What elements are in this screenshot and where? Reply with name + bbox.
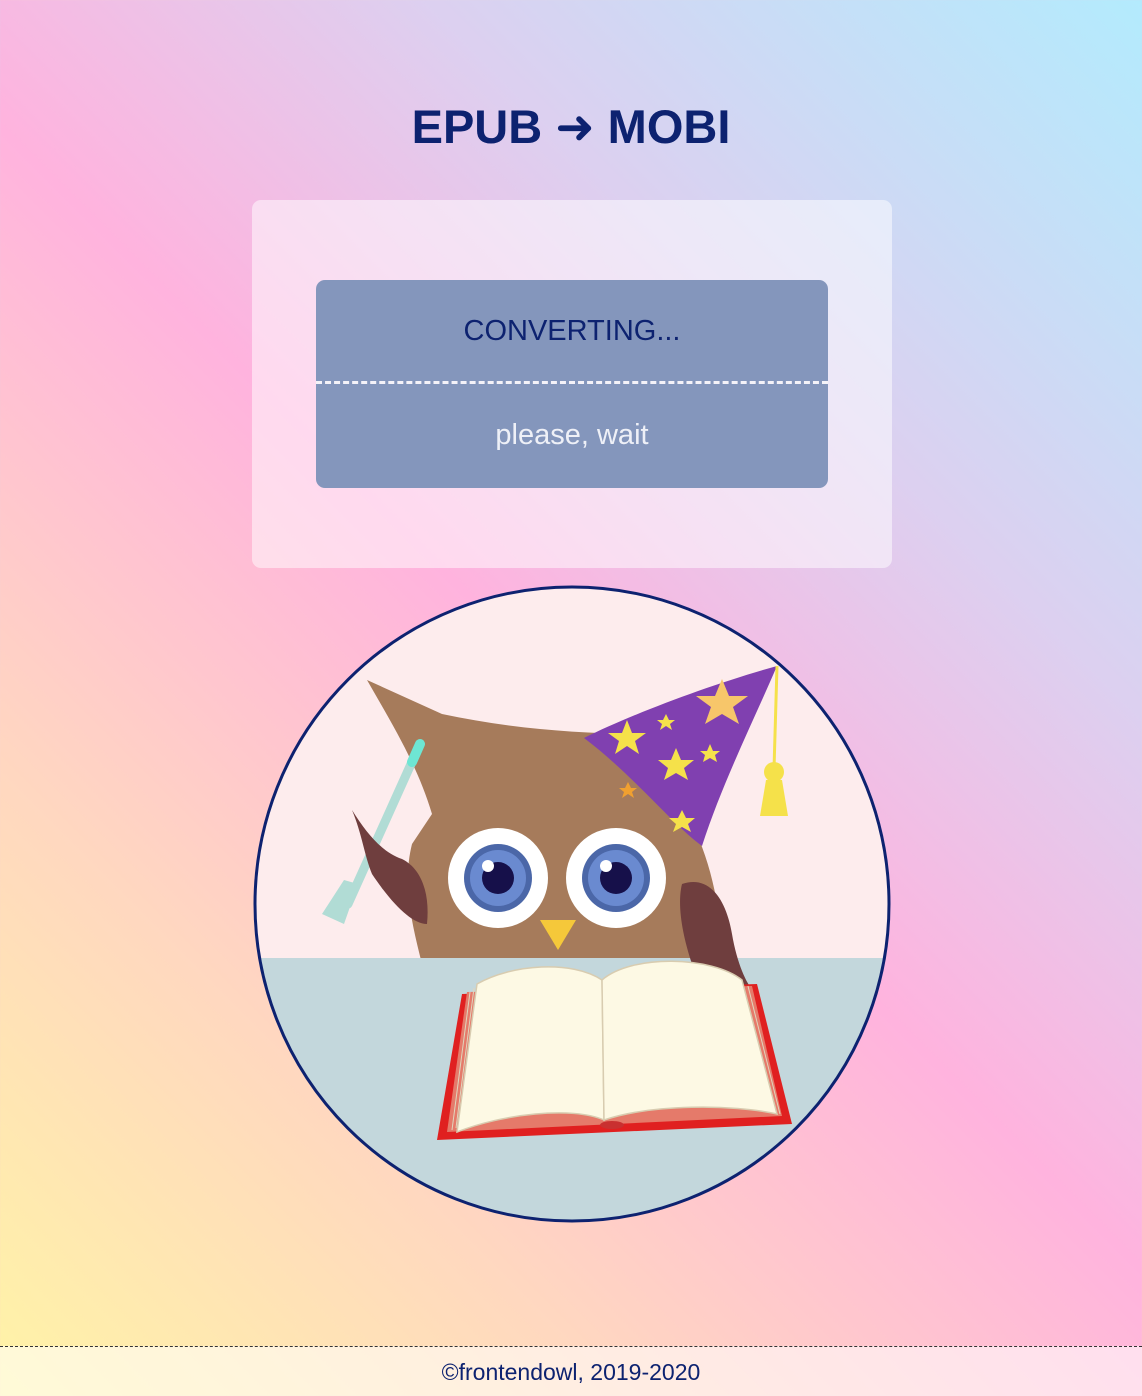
status-title: CONVERTING...: [463, 315, 681, 347]
footer: ©frontendowl, 2019-2020: [0, 1346, 1142, 1396]
conversion-panel: CONVERTING... please, wait: [252, 200, 892, 568]
status-subtitle: please, wait: [495, 419, 649, 451]
open-book: [437, 960, 792, 1140]
owl-illustration: [252, 584, 892, 1224]
footer-copyright: ©frontendowl, 2019-2020: [441, 1359, 701, 1385]
status-card: CONVERTING... please, wait: [316, 280, 828, 488]
page-title: EPUB ➜ MOBI: [411, 100, 731, 153]
owl-wizard-image: [253, 585, 891, 1223]
